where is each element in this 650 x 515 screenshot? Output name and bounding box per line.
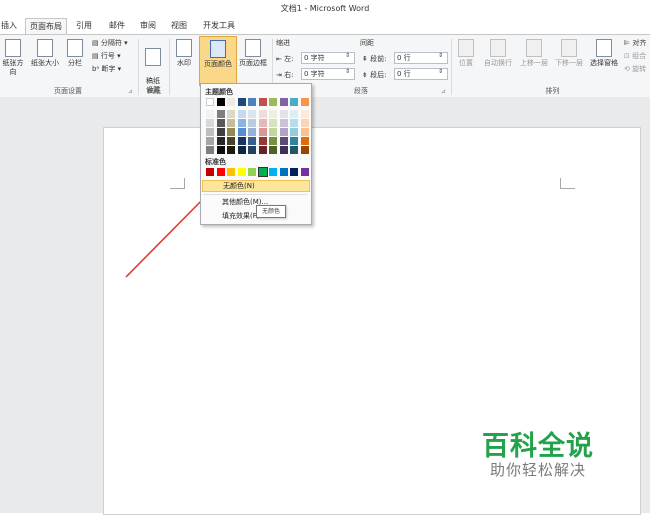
theme-shade-swatch[interactable] — [290, 119, 298, 127]
theme-shade-swatch[interactable] — [237, 128, 246, 136]
theme-color-swatch[interactable] — [290, 98, 298, 106]
standard-color-swatch[interactable] — [237, 168, 246, 176]
theme-shade-swatch[interactable] — [258, 137, 267, 145]
watermark-slogan: 助你轻松解决 — [490, 461, 587, 479]
theme-colors-header: 主题颜色 — [205, 88, 233, 96]
theme-shade-swatch[interactable] — [237, 110, 246, 118]
theme-shade-swatch[interactable] — [258, 110, 267, 118]
theme-shade-swatch[interactable] — [248, 110, 256, 118]
standard-color-swatch[interactable] — [206, 168, 214, 176]
standard-color-swatch[interactable] — [248, 168, 256, 176]
theme-shade-swatch[interactable] — [216, 128, 225, 136]
theme-color-swatch[interactable] — [227, 98, 235, 106]
more-colors-item[interactable]: 其他颜色(M)... — [202, 196, 308, 208]
standard-color-swatch[interactable] — [279, 168, 288, 176]
theme-shade-swatch[interactable] — [290, 146, 298, 154]
theme-shade-swatch[interactable] — [279, 119, 288, 127]
theme-shade-swatch[interactable] — [248, 128, 256, 136]
theme-shade-swatch[interactable] — [237, 119, 246, 127]
theme-shade-swatch[interactable] — [206, 110, 214, 118]
theme-color-swatch[interactable] — [300, 98, 309, 106]
theme-shade-swatch[interactable] — [248, 146, 256, 154]
theme-shade-swatch[interactable] — [237, 146, 246, 154]
theme-color-swatch[interactable] — [269, 98, 277, 106]
theme-color-swatch[interactable] — [237, 98, 246, 106]
theme-shade-swatch[interactable] — [269, 137, 277, 145]
theme-color-swatch[interactable] — [279, 98, 288, 106]
theme-color-swatch[interactable] — [258, 98, 267, 106]
standard-color-swatch[interactable] — [257, 167, 268, 177]
theme-shade-swatch[interactable] — [206, 146, 214, 154]
theme-shade-swatch[interactable] — [206, 128, 214, 136]
theme-shade-swatch[interactable] — [258, 119, 267, 127]
theme-shade-swatch[interactable] — [279, 137, 288, 145]
theme-shade-swatch[interactable] — [300, 137, 309, 145]
theme-shade-swatch[interactable] — [216, 119, 225, 127]
fill-effects-item[interactable]: 填充效果(F)... — [202, 210, 308, 222]
theme-shade-swatch[interactable] — [237, 137, 246, 145]
theme-shade-swatch[interactable] — [279, 110, 288, 118]
theme-shade-swatch[interactable] — [216, 137, 225, 145]
theme-color-swatch[interactable] — [206, 98, 214, 106]
standard-color-swatch[interactable] — [216, 168, 225, 176]
theme-shade-swatch[interactable] — [300, 146, 309, 154]
theme-shade-swatch[interactable] — [216, 110, 225, 118]
theme-color-swatch[interactable] — [248, 98, 256, 106]
theme-shade-swatch[interactable] — [248, 137, 256, 145]
theme-shade-swatch[interactable] — [227, 119, 235, 127]
theme-shade-swatch[interactable] — [248, 119, 256, 127]
standard-colors-header: 标准色 — [205, 158, 226, 166]
theme-shade-swatch[interactable] — [300, 110, 309, 118]
theme-shade-swatch[interactable] — [227, 146, 235, 154]
theme-shade-swatch[interactable] — [290, 137, 298, 145]
theme-shade-swatch[interactable] — [279, 128, 288, 136]
standard-color-swatch[interactable] — [290, 168, 298, 176]
theme-shade-swatch[interactable] — [290, 110, 298, 118]
theme-shade-swatch[interactable] — [258, 128, 267, 136]
tooltip: 无颜色 — [256, 205, 286, 218]
theme-shade-swatch[interactable] — [206, 137, 214, 145]
no-color-item[interactable]: 无颜色(N) — [202, 180, 310, 192]
theme-shade-swatch[interactable] — [269, 128, 277, 136]
theme-shade-swatch[interactable] — [216, 146, 225, 154]
theme-shade-swatch[interactable] — [258, 146, 267, 154]
theme-shade-swatch[interactable] — [279, 146, 288, 154]
theme-shade-swatch[interactable] — [300, 128, 309, 136]
theme-shade-swatch[interactable] — [300, 119, 309, 127]
theme-shade-swatch[interactable] — [227, 110, 235, 118]
theme-shade-swatch[interactable] — [206, 119, 214, 127]
theme-shade-swatch[interactable] — [227, 137, 235, 145]
standard-color-swatch[interactable] — [227, 168, 235, 176]
theme-shade-swatch[interactable] — [290, 128, 298, 136]
standard-color-swatch[interactable] — [269, 168, 277, 176]
watermark-logo-text: 百科全说 — [482, 431, 594, 462]
standard-color-swatch[interactable] — [300, 168, 309, 176]
theme-shade-swatch[interactable] — [227, 128, 235, 136]
page-color-dropdown: 主题颜色 标准色 无颜色(N) 其他颜色(M)... 填充效果(F)... — [200, 83, 312, 225]
theme-shade-swatch[interactable] — [269, 119, 277, 127]
no-color-label: 无颜色(N) — [223, 182, 255, 190]
theme-shade-swatch[interactable] — [269, 110, 277, 118]
menu-separator — [203, 194, 307, 195]
theme-color-swatch[interactable] — [216, 98, 225, 106]
theme-shade-swatch[interactable] — [269, 146, 277, 154]
